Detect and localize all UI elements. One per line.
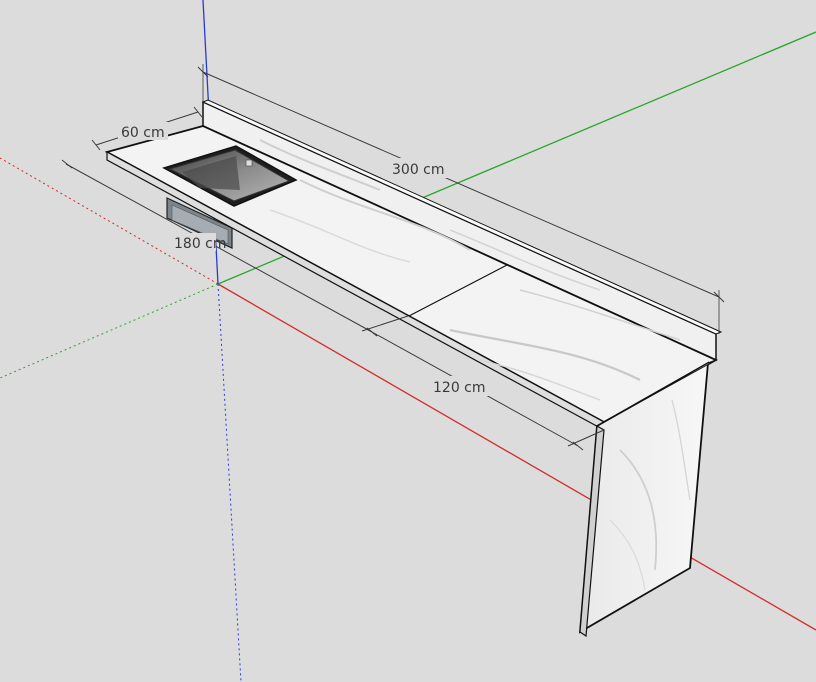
- dimension-180-label: 180 cm: [174, 236, 227, 252]
- dimension-300-label: 300 cm: [392, 162, 445, 178]
- dimension-120-label: 120 cm: [433, 380, 486, 396]
- blue-axis-negative: [217, 283, 242, 682]
- dimension-60-label: 60 cm: [121, 125, 165, 141]
- drain-icon: [245, 159, 253, 167]
- sketchup-viewport[interactable]: 300 cm 60 cm 180 cm 120 cm: [0, 0, 816, 682]
- green-axis-negative: [0, 283, 219, 379]
- model-canvas[interactable]: 300 cm 60 cm 180 cm 120 cm: [0, 0, 816, 682]
